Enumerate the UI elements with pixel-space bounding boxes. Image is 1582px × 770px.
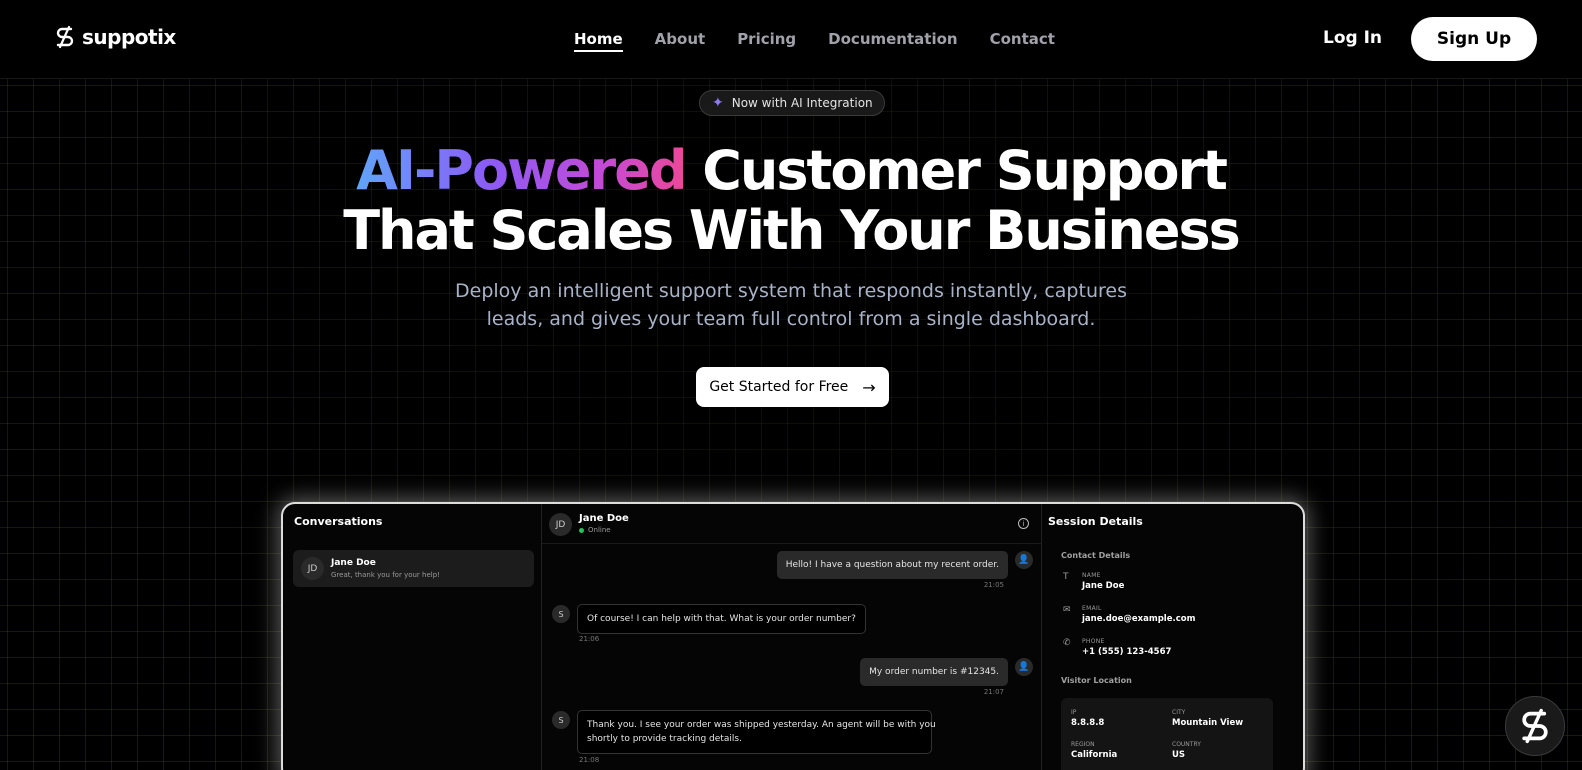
support-logo-icon xyxy=(1522,708,1548,744)
session-details-panel: Session Details Contact Details T NAME J… xyxy=(1042,504,1303,770)
city-value: Mountain View xyxy=(1172,718,1244,728)
conversation-name: Jane Doe xyxy=(331,558,376,568)
signup-button[interactable]: Sign Up xyxy=(1411,17,1537,61)
chat-message-bot: Of course! I can help with that. What is… xyxy=(577,604,866,634)
logo-text: suppotix xyxy=(82,25,176,49)
chat-message-user: Hello! I have a question about my recent… xyxy=(776,551,1008,579)
conversations-title: Conversations xyxy=(294,515,383,528)
cta-label: Get Started for Free xyxy=(709,379,849,395)
online-dot-icon xyxy=(579,527,584,533)
logo[interactable]: suppotix xyxy=(54,25,176,49)
email-label: EMAIL xyxy=(1082,605,1102,612)
headline-text: Customer Support xyxy=(685,139,1228,202)
ai-integration-badge: ✦ Now with AI Integration xyxy=(699,90,885,116)
logo-icon xyxy=(56,25,74,49)
message-timestamp: 21:08 xyxy=(579,756,600,764)
avatar: JD xyxy=(301,557,324,580)
bot-avatar-icon: S xyxy=(552,605,570,623)
conversation-list-item[interactable]: JD Jane Doe Great, thank you for your he… xyxy=(293,550,534,587)
headline-line-2: That Scales With Your Business xyxy=(343,199,1241,262)
chat-header: JD Jane Doe Online i xyxy=(542,504,1041,544)
message-line: shortly to provide tracking details. xyxy=(587,734,742,744)
ip-label: IP xyxy=(1071,709,1077,716)
get-started-button[interactable]: Get Started for Free → xyxy=(696,367,889,407)
contact-email: jane.doe@example.com xyxy=(1082,614,1196,624)
arrow-right-icon: → xyxy=(862,377,876,397)
country-label: COUNTRY xyxy=(1172,741,1201,748)
session-details-title: Session Details xyxy=(1048,515,1143,528)
text-icon: T xyxy=(1063,572,1069,582)
conversation-preview: Great, thank you for your help! xyxy=(331,571,440,579)
nav-link-home[interactable]: Home xyxy=(574,30,623,52)
chat-contact-name: Jane Doe xyxy=(579,513,629,524)
visitor-location-heading: Visitor Location xyxy=(1061,676,1132,685)
message-timestamp: 21:05 xyxy=(983,581,1004,589)
nav-link-pricing[interactable]: Pricing xyxy=(737,30,796,52)
chat-message-user: My order number is #12345. xyxy=(860,658,1008,686)
name-label: NAME xyxy=(1082,572,1101,579)
contact-phone: +1 (555) 123-4567 xyxy=(1082,647,1172,657)
chat-widget-button[interactable] xyxy=(1505,696,1565,756)
subtitle-line-2: leads, and gives your team full control … xyxy=(486,308,1096,330)
login-link[interactable]: Log In xyxy=(1323,28,1382,48)
contact-details-heading: Contact Details xyxy=(1061,551,1131,560)
ip-value: 8.8.8.8 xyxy=(1071,718,1105,728)
info-icon[interactable]: i xyxy=(1018,518,1029,529)
message-line: Thank you. I see your order was shipped … xyxy=(587,720,936,730)
status-text: Online xyxy=(588,526,611,534)
phone-icon: ✆ xyxy=(1063,638,1071,648)
headline-gradient-text: AI-Powered xyxy=(356,139,687,202)
nav-link-documentation[interactable]: Documentation xyxy=(828,30,957,52)
avatar: JD xyxy=(549,513,572,536)
phone-label: PHONE xyxy=(1082,638,1105,645)
badge-text: Now with AI Integration xyxy=(731,96,873,110)
headline-line-1: AI-Powered Customer Support xyxy=(0,141,1582,201)
online-status: Online xyxy=(579,526,611,534)
user-avatar-icon: 👤 xyxy=(1015,658,1033,676)
contact-name: Jane Doe xyxy=(1082,581,1125,591)
dashboard-preview: Conversations JD Jane Doe Great, thank y… xyxy=(281,502,1305,770)
region-label: REGION xyxy=(1071,741,1095,748)
message-timestamp: 21:06 xyxy=(579,635,600,643)
country-value: US xyxy=(1172,750,1186,760)
subtitle-line-1: Deploy an intelligent support system tha… xyxy=(455,280,1127,302)
conversations-panel: Conversations JD Jane Doe Great, thank y… xyxy=(283,504,542,770)
city-label: CITY xyxy=(1172,709,1186,716)
nav-links: Home About Pricing Documentation Contact xyxy=(574,30,1055,52)
top-navbar: suppotix Home About Pricing Documentatio… xyxy=(0,0,1582,79)
mail-icon: ✉ xyxy=(1063,605,1071,615)
visitor-location-card: IP 8.8.8.8 CITY Mountain View REGION Cal… xyxy=(1061,698,1273,770)
region-value: California xyxy=(1071,750,1118,760)
bot-avatar-icon: S xyxy=(552,711,570,729)
message-timestamp: 21:07 xyxy=(983,688,1004,696)
user-avatar-icon: 👤 xyxy=(1015,551,1033,569)
nav-link-about[interactable]: About xyxy=(655,30,706,52)
chat-panel: JD Jane Doe Online i Hello! I have a que… xyxy=(542,504,1042,770)
chat-message-bot: Thank you. I see your order was shipped … xyxy=(577,710,936,754)
nav-link-contact[interactable]: Contact xyxy=(990,30,1055,52)
sparkle-icon: ✦ xyxy=(712,95,724,111)
